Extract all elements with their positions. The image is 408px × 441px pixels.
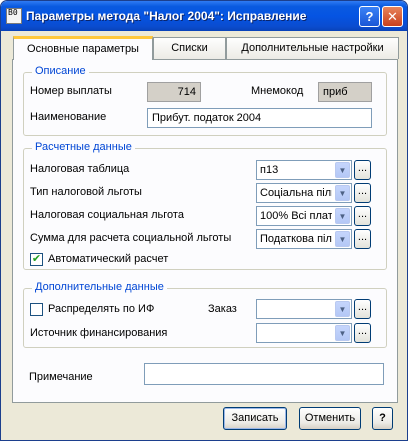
- auto-calc-checkbox[interactable]: ✔: [30, 253, 43, 266]
- title-bar[interactable]: B0 Параметры метода "Налог 2004": Исправ…: [1, 1, 407, 31]
- chevron-down-icon[interactable]: ▼: [335, 208, 350, 224]
- social-benefit-browse-button[interactable]: ...: [354, 206, 371, 226]
- tax-table-value: п13: [260, 164, 279, 176]
- app-icon: B0: [6, 8, 22, 24]
- chevron-down-icon[interactable]: ▼: [335, 325, 350, 341]
- calc-group-title: Расчетные данные: [32, 141, 135, 153]
- sum-label: Сумма для расчета социальной льготы: [30, 232, 232, 244]
- benefit-type-browse-button[interactable]: ...: [354, 183, 371, 203]
- source-select[interactable]: ▼: [256, 323, 352, 343]
- tab-additional-settings[interactable]: Дополнительные настройки: [226, 37, 399, 59]
- tab-lists[interactable]: Списки: [153, 37, 226, 59]
- calc-group: Расчетные данные Налоговая таблица п13 ▼…: [23, 141, 387, 270]
- sum-value: Податкова пільга: [260, 233, 332, 245]
- help-button[interactable]: ?: [372, 407, 393, 430]
- description-group: Описание Номер выплаты 714 Мнемокод приб…: [23, 65, 387, 136]
- window-title: Параметры метода "Налог 2004": Исправлен…: [26, 9, 307, 23]
- order-label: Заказ: [208, 303, 237, 315]
- chevron-down-icon[interactable]: ▼: [335, 185, 350, 201]
- extra-group-title: Дополнительные данные: [32, 281, 167, 293]
- benefit-type-label: Тип налоговой льготы: [30, 186, 142, 198]
- note-input[interactable]: [144, 363, 384, 385]
- social-benefit-label: Налоговая социальная льгота: [30, 209, 184, 221]
- chevron-down-icon[interactable]: ▼: [335, 162, 350, 178]
- sum-browse-button[interactable]: ...: [354, 229, 371, 249]
- benefit-type-value: Соціальна пільга: [260, 187, 332, 199]
- source-browse-button[interactable]: ...: [354, 323, 371, 343]
- tab-main-params[interactable]: Основные параметры: [13, 36, 153, 60]
- chevron-down-icon[interactable]: ▼: [335, 231, 350, 247]
- name-input[interactable]: Прибут. податок 2004: [147, 108, 372, 128]
- sum-select[interactable]: Податкова пільга ▼: [256, 229, 352, 249]
- mnemocode-field: приб: [318, 82, 372, 102]
- tax-table-label: Налоговая таблица: [30, 163, 130, 175]
- order-select[interactable]: ▼: [256, 299, 352, 319]
- tax-table-select[interactable]: п13 ▼: [256, 160, 352, 180]
- mnemocode-label: Мнемокод: [251, 85, 304, 97]
- tab-panel: Описание Номер выплаты 714 Мнемокод приб…: [12, 59, 398, 403]
- close-button[interactable]: ✕: [382, 6, 403, 27]
- dialog-window: B0 Параметры метода "Налог 2004": Исправ…: [0, 0, 408, 441]
- payment-number-label: Номер выплаты: [30, 85, 112, 97]
- chevron-down-icon[interactable]: ▼: [335, 301, 350, 317]
- tax-table-browse-button[interactable]: ...: [354, 160, 371, 180]
- description-group-title: Описание: [32, 65, 89, 77]
- social-benefit-select[interactable]: 100% Всі платни ▼: [256, 206, 352, 226]
- titlebar-help-button[interactable]: ?: [359, 6, 380, 27]
- order-browse-button[interactable]: ...: [354, 299, 371, 319]
- social-benefit-value: 100% Всі платни: [260, 210, 332, 222]
- payment-number-field: 714: [147, 82, 201, 102]
- distribute-checkbox[interactable]: [30, 303, 43, 316]
- extra-group: Дополнительные данные Распределять по ИФ…: [23, 281, 387, 348]
- benefit-type-select[interactable]: Соціальна пільга ▼: [256, 183, 352, 203]
- source-label: Источник финансирования: [30, 327, 168, 339]
- note-label: Примечание: [29, 371, 93, 383]
- distribute-label: Распределять по ИФ: [48, 303, 155, 315]
- save-button[interactable]: Записать: [223, 407, 287, 430]
- auto-calc-label: Автоматический расчет: [48, 253, 169, 265]
- cancel-button[interactable]: Отменить: [299, 407, 361, 430]
- name-label: Наименование: [30, 111, 107, 123]
